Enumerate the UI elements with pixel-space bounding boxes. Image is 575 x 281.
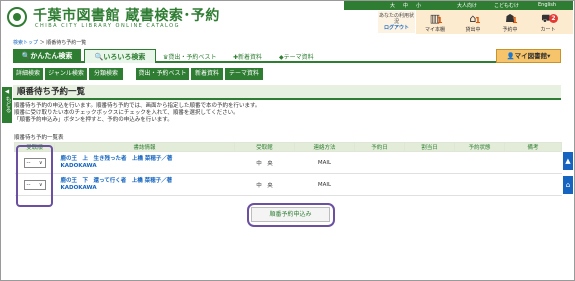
reserve-date [354,173,405,196]
cart-icon: ⛟ 2 [530,11,566,26]
subnav-genre-search[interactable]: ジャンル検索 [45,68,87,80]
reservations-button[interactable]: ☗ 1 予約中 [492,11,528,34]
note [504,151,562,174]
subnav-new-items[interactable]: 新着資料 [191,68,223,80]
col-reserve-date: 予約日 [354,142,405,152]
col-assign-date: 割当日 [404,142,455,152]
table-header-row: 受取順 書誌情報 受取館 連絡方法 予約日 割当日 予約状態 備考 [14,142,562,152]
tab-simple-search[interactable]: 🔍かんたん検索 [13,49,81,63]
site-title[interactable]: 千葉市図書館 蔵書検索･予約 [33,5,220,25]
tab-various-search[interactable]: 🔍いろいろ検索 [84,49,156,63]
my-bookshelf-button[interactable]: ▥ 1 マイ本棚 [417,11,453,34]
subnav-ranking[interactable]: 貸出・予約ベスト [136,68,189,80]
back-side-tab[interactable]: ◀ もどる [2,87,12,123]
table-row: -- ∨ 鹿の王 上 生き残った者 上橋 菜穂子／著 KADOKAWA 中 央 M… [14,151,562,174]
home-icon: ⌂ [565,181,571,189]
col-bib-info: 書誌情報 [54,142,235,152]
my-bookshelf-icon: ▥ 1 [429,12,443,25]
breadcrumb-home[interactable]: 検索トップ [13,40,38,46]
chevron-down-icon: ▾ [547,52,551,60]
cart-button[interactable]: ⛟ 2 カート [530,11,566,34]
loans-button[interactable]: ⌂ 1 貸出中 [455,11,491,34]
col-contact: 連絡方法 [294,142,355,152]
page-description: 順番待ち予約の申込を行います。順番待ち予約では、画面から指定した順番で本の予約を… [14,103,261,123]
book-title-link[interactable]: 鹿の王 下 還って行く者 上橋 菜穂子／著 [61,178,235,185]
reservations-icon: ☗ 1 [505,12,518,25]
contact-method: MAIL [294,151,355,174]
subnav-theme[interactable]: テーマ資料 [225,68,263,80]
pickup-branch: 中 央 [234,173,295,196]
pickup-branch: 中 央 [234,151,295,174]
nav-link-ranking[interactable]: ♛貸出・予約ベスト [163,52,217,61]
back-label: もどる [4,96,11,113]
book-publisher: KADOKAWA [60,162,97,169]
font-size-small[interactable]: 小 [416,2,421,9]
browser-frame [0,0,575,281]
arrow-up-icon: ▲ [565,157,571,165]
link-english[interactable]: English [538,2,556,8]
logout-link[interactable]: ログアウト [378,25,415,31]
reservation-table: 受取順 書誌情報 受取館 連絡方法 予約日 割当日 予約状態 備考 -- ∨ 鹿の… [14,142,562,196]
user-status-label: あなたの利用状況 [378,13,414,25]
list-caption: 順番待ち予約一覧表 [14,135,64,141]
font-size-medium[interactable]: 中 [403,2,408,9]
nav-link-theme[interactable]: ◆テーマ資料 [279,52,314,61]
main-nav: 🔍かんたん検索 🔍いろいろ検索 ♛貸出・予約ベスト ✚新着資料 ◆テーマ資料 👤… [13,49,561,63]
reserve-status [454,173,505,196]
table-row: -- ∨ 鹿の王 下 還って行く者 上橋 菜穂子／著 KADOKAWA 中 央 M… [14,173,562,196]
reserve-status [454,151,505,174]
scroll-top-tab[interactable]: ▲ [563,152,573,170]
utility-bar: 大 中 小 大人向け こどもむけ English [344,1,573,10]
my-library-button[interactable]: 👤マイ図書館▾ [496,49,561,63]
site-subtitle: CHIBA CITY LIBRARY ONLINE CATALOG [35,23,180,29]
page-title: 順番待ち予約一覧 [13,85,561,100]
link-kids[interactable]: こどもむけ [494,2,519,9]
font-size-large[interactable]: 大 [390,2,395,9]
order-column-highlight [16,145,53,207]
breadcrumb-current: 順番待ち予約一覧 [46,40,87,46]
col-note: 備考 [504,142,562,152]
assign-date [404,151,455,174]
col-branch: 受取館 [234,142,295,152]
link-adults[interactable]: 大人向け [457,2,477,9]
assign-date [404,173,455,196]
subnav-class-search[interactable]: 分類検索 [89,68,123,80]
note [504,173,562,196]
arrow-left-icon: ◀ [4,89,10,95]
book-title-link[interactable]: 鹿の王 上 生き残った者 上橋 菜穂子／著 [61,156,235,163]
book-publisher: KADOKAWA [60,184,97,191]
user-icon: 👤 [506,52,515,60]
user-status: あなたの利用状況 ログアウト [378,11,415,33]
contact-method: MAIL [294,173,355,196]
col-status: 予約状態 [454,142,505,152]
subnav-detail-search[interactable]: 詳細検索 [13,68,43,80]
submit-order-reservation-button[interactable]: 順番予約申込み [251,207,330,222]
library-logo-icon[interactable] [7,7,27,27]
home-side-tab[interactable]: ⌂ [563,176,573,194]
breadcrumb: 検索トップ ＞ 順番待ち予約一覧 [13,40,87,46]
nav-link-new-items[interactable]: ✚新着資料 [233,52,262,61]
loans-icon: ⌂ 1 [469,12,481,25]
reserve-date [354,151,405,174]
